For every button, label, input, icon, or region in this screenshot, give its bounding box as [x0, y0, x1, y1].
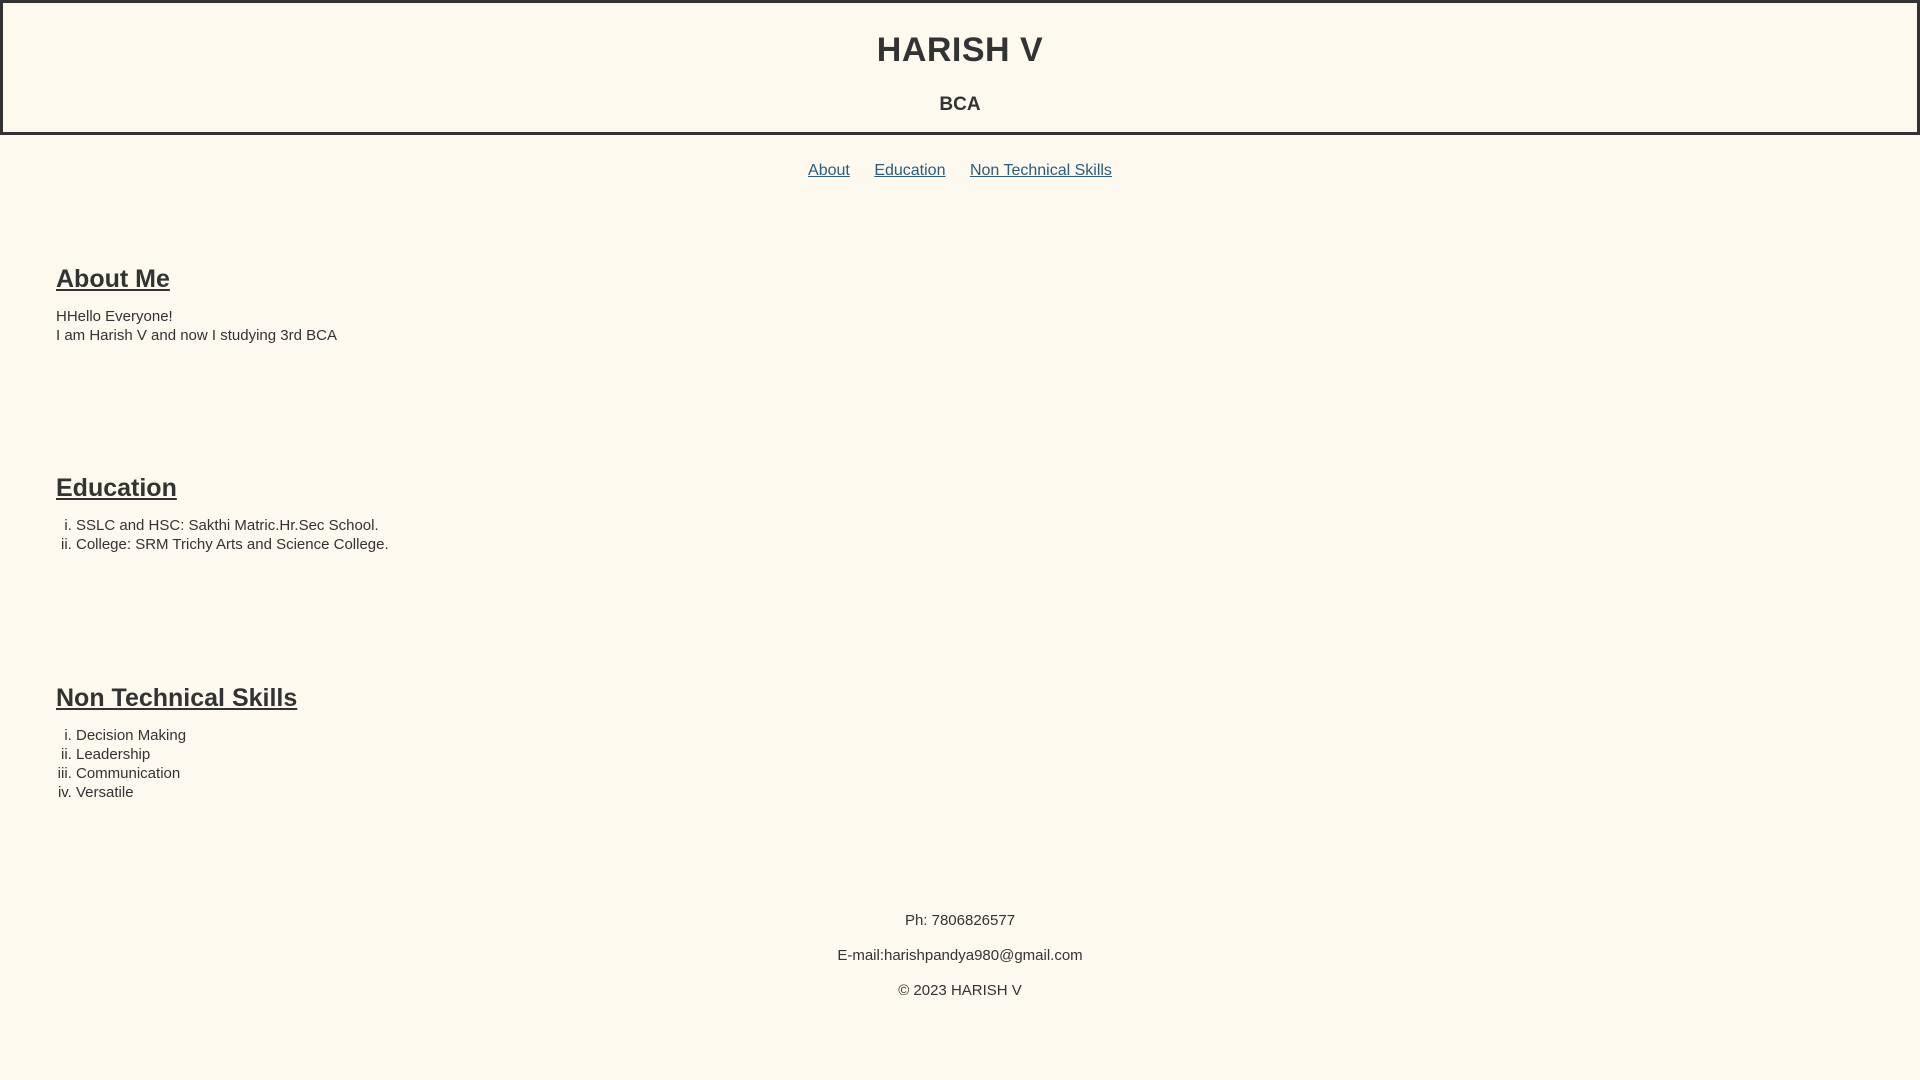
footer-phone: Ph: 7806826577: [904, 912, 1016, 929]
education-heading: Education: [56, 474, 177, 502]
site-footer: Ph: 7806826577 E-mail:harishpandya980@gm…: [0, 911, 1920, 1016]
footer-email: E-mail:harishpandya980@gmail.com: [837, 947, 1083, 964]
about-line-greeting: HHello Everyone!: [56, 308, 173, 325]
main-nav: About Education Non Technical Skills: [0, 160, 1920, 182]
nav-link-non-technical-skills[interactable]: Non Technical Skills: [970, 162, 1112, 179]
site-title: HARISH V: [876, 31, 1044, 69]
nav-link-about[interactable]: About: [808, 162, 850, 179]
nav-link-education[interactable]: Education: [874, 162, 945, 179]
skill-item: Leadership: [76, 745, 297, 764]
site-subtitle: BCA: [939, 94, 981, 115]
footer-copyright: © 2023 HARISH V: [898, 982, 1022, 999]
about-text: HHello Everyone! I am Harish V and now I…: [56, 307, 337, 345]
about-line-intro: I am Harish V and now I studying 3rd BCA: [56, 327, 337, 344]
about-heading: About Me: [56, 265, 170, 293]
education-item: SSLC and HSC: Sakthi Matric.Hr.Sec Schoo…: [76, 516, 389, 535]
skill-item: Communication: [76, 764, 297, 783]
skills-heading: Non Technical Skills: [56, 684, 298, 712]
site-header: HARISH V BCA: [0, 0, 1920, 135]
skills-section: Non Technical Skills Decision Making Lea…: [56, 682, 297, 802]
education-item: College: SRM Trichy Arts and Science Col…: [76, 535, 389, 554]
education-section: Education SSLC and HSC: Sakthi Matric.Hr…: [56, 472, 389, 554]
skill-item: Versatile: [76, 783, 297, 802]
skills-list: Decision Making Leadership Communication…: [56, 726, 297, 802]
about-section: About Me HHello Everyone! I am Harish V …: [56, 263, 337, 345]
education-list: SSLC and HSC: Sakthi Matric.Hr.Sec Schoo…: [56, 516, 389, 554]
skill-item: Decision Making: [76, 726, 297, 745]
